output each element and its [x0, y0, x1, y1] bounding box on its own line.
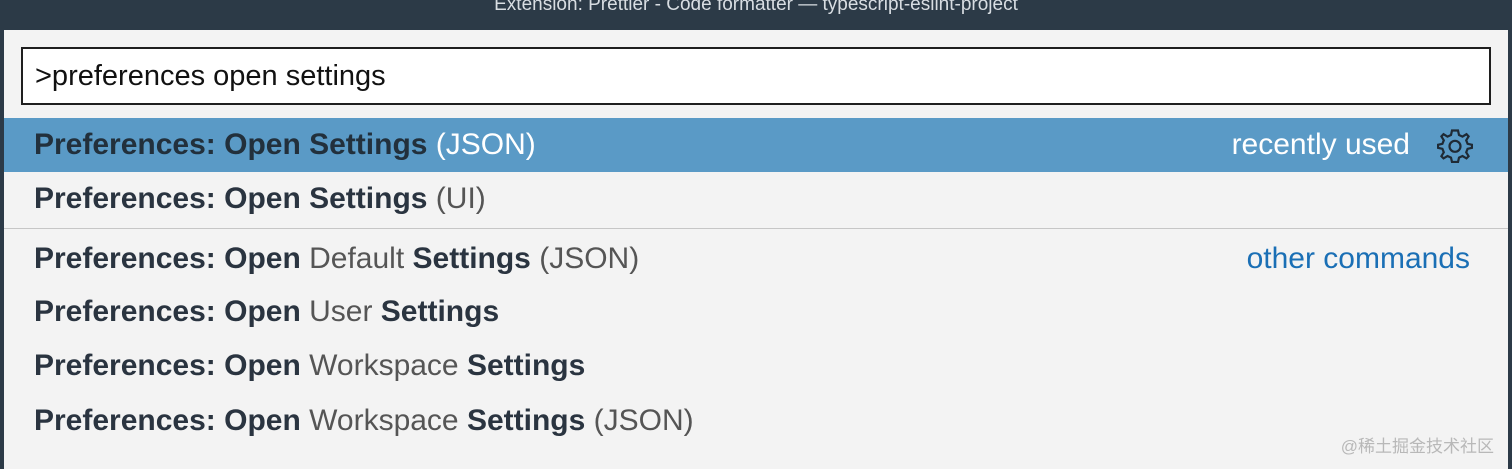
command-item-label-detail: (JSON) [427, 128, 536, 161]
command-item-label-bold: Preferences: Open [34, 404, 301, 437]
command-palette: Preferences: Open Settings (JSON) recent… [4, 30, 1508, 469]
recently-used-label: recently used [1231, 128, 1410, 161]
window-title: Extension: Prettier - Code formatter — t… [494, 0, 1018, 15]
command-item-open-workspace-settings-json[interactable]: Preferences: Open Workspace Settings (JS… [4, 394, 1508, 448]
command-item-meta: other commands [1247, 232, 1508, 286]
command-item-open-settings-json[interactable]: Preferences: Open Settings (JSON) recent… [4, 118, 1508, 172]
command-item-open-user-settings[interactable]: Preferences: Open User Settings [4, 285, 1508, 339]
command-item-meta: recently used [1232, 118, 1508, 172]
command-input-box[interactable] [21, 47, 1491, 105]
command-item-label-detail: User [300, 295, 381, 328]
command-item-label-bold: Preferences: Open [34, 295, 301, 328]
command-item-open-settings-ui[interactable]: Preferences: Open Settings (UI) [4, 172, 1508, 226]
watermark: @稀土掘金技术社区 [1340, 437, 1494, 456]
section-divider [4, 228, 1508, 229]
command-input[interactable] [23, 49, 1489, 103]
command-item-label-detail: (UI) [427, 182, 486, 215]
command-item-label-detail-2: (JSON) [585, 404, 694, 437]
command-item-label-detail: Workspace [300, 349, 467, 382]
command-item-label-detail: Workspace [300, 404, 467, 437]
command-item-label-bold-2: Settings [466, 404, 586, 437]
other-commands-label: other commands [1246, 242, 1470, 275]
command-item-label-bold: Preferences: Open [34, 242, 301, 275]
command-item-label-bold: Preferences: Open [34, 349, 301, 382]
command-item-open-workspace-settings[interactable]: Preferences: Open Workspace Settings [4, 339, 1508, 393]
gear-icon[interactable] [1436, 126, 1474, 164]
command-item-label-bold-2: Settings [380, 295, 500, 328]
command-item-label-bold: Preferences: Open Settings [34, 182, 428, 215]
command-item-open-default-settings-json[interactable]: Preferences: Open Default Settings (JSON… [4, 232, 1508, 286]
editor-edge-right [1508, 30, 1512, 469]
command-item-label-detail-2: (JSON) [530, 242, 640, 275]
command-item-label-bold-2: Settings [412, 242, 531, 275]
window-title-bar: Extension: Prettier - Code formatter — t… [0, 0, 1512, 30]
command-item-label-bold-2: Settings [466, 349, 586, 382]
command-item-label-bold: Preferences: Open Settings [34, 128, 428, 161]
command-item-label-detail: Default [300, 242, 413, 275]
